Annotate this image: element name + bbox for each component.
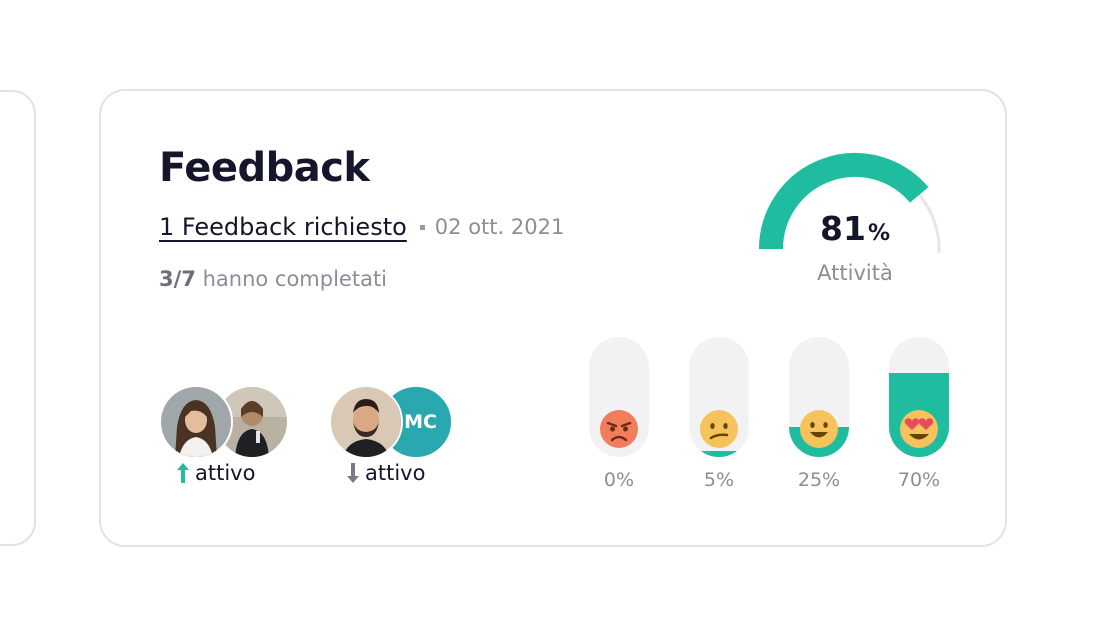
angry-face-icon [600,410,638,448]
arrow-down-icon [347,463,359,483]
request-date: 02 ott. 2021 [434,215,565,239]
avatar-stack: MC [329,385,469,459]
mood-fill [689,451,749,457]
gauge-value: 81% [755,209,955,248]
request-row: 1 Feedback richiesto 02 ott. 2021 [159,213,564,241]
completed-count: 3/7 [159,267,196,291]
heart-eyes-face-icon [900,410,938,448]
mood-bar [789,337,849,457]
mood-column-confused[interactable]: 5% [689,337,749,491]
arrow-up-icon [177,463,189,483]
avatar-stack [159,385,299,459]
feedback-card: Feedback 1 Feedback richiesto 02 ott. 20… [99,89,1007,547]
avatar[interactable] [329,385,403,459]
feedback-request-link[interactable]: 1 Feedback richiesto [159,213,407,241]
trend-status: attivo [345,461,425,485]
gauge-number: 81 [820,209,866,248]
mood-percent: 70% [897,469,941,491]
mood-percent: 0% [603,469,635,491]
gauge-label: Attività [817,261,893,285]
trend-label: attivo [195,461,256,485]
mood-percent: 5% [703,469,735,491]
gauge-unit: % [867,221,890,246]
team-group-down[interactable]: MC attivo [329,385,469,485]
mood-column-heart-eyes[interactable]: 70% [889,337,949,491]
smiling-face-icon [800,410,838,448]
activity-gauge: 81% Attività [755,133,955,293]
initials-text: MC [404,411,437,433]
mood-bar [889,337,949,457]
mood-percent: 25% [797,469,841,491]
trend-label: attivo [365,461,426,485]
mood-column-smiling[interactable]: 25% [789,337,849,491]
team-group-up[interactable]: attivo [159,385,299,485]
avatar[interactable] [159,385,233,459]
card-title: Feedback [159,145,370,191]
previous-card[interactable] [0,90,36,546]
trend-status: attivo [175,461,255,485]
confused-face-icon [700,410,738,448]
completion-status: 3/7 hanno completati [159,267,387,291]
mood-column-angry[interactable]: 0% [589,337,649,491]
separator-dot [419,224,425,230]
mood-bar [589,337,649,457]
mood-bar [689,337,749,457]
completed-text: hanno completati [202,267,388,291]
